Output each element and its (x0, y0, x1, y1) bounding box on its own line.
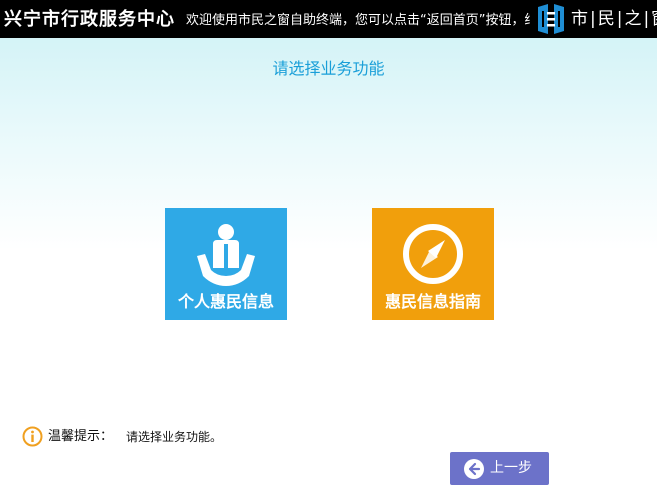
tile-label: 个人惠民信息 (177, 292, 274, 311)
info-icon (22, 426, 43, 447)
citizen-window-logo-icon (538, 4, 564, 34)
page-heading: 请选择业务功能 (272, 59, 385, 78)
welcome-marquee: 欢迎使用市民之窗自助终端，您可以点击“返回首页”按钮，结 (186, 9, 530, 29)
benefit-info-guide-tile[interactable]: 惠民信息指南 (372, 208, 494, 320)
back-button[interactable]: 上一步 (450, 452, 549, 485)
marquee-text: 欢迎使用市民之窗自助终端，您可以点击“返回首页”按钮，结 (186, 13, 530, 28)
tip-label: 温馨提示： (48, 429, 114, 444)
person-in-hands-icon (197, 224, 255, 286)
brand-text: 市|民|之|窗 (571, 9, 657, 29)
arrow-left-icon (464, 459, 484, 479)
tile-label: 惠民信息指南 (384, 292, 481, 311)
compass-icon (403, 224, 463, 284)
top-bar: 兴宁市行政服务中心 欢迎使用市民之窗自助终端，您可以点击“返回首页”按钮，结 市… (0, 0, 657, 38)
center-name: 兴宁市行政服务中心 (4, 9, 175, 30)
brand: 市|民|之|窗 (535, 2, 657, 36)
back-button-label: 上一步 (490, 460, 532, 476)
tip-message: 请选择业务功能。 (126, 430, 223, 444)
personal-benefit-info-tile[interactable]: 个人惠民信息 (165, 208, 287, 320)
